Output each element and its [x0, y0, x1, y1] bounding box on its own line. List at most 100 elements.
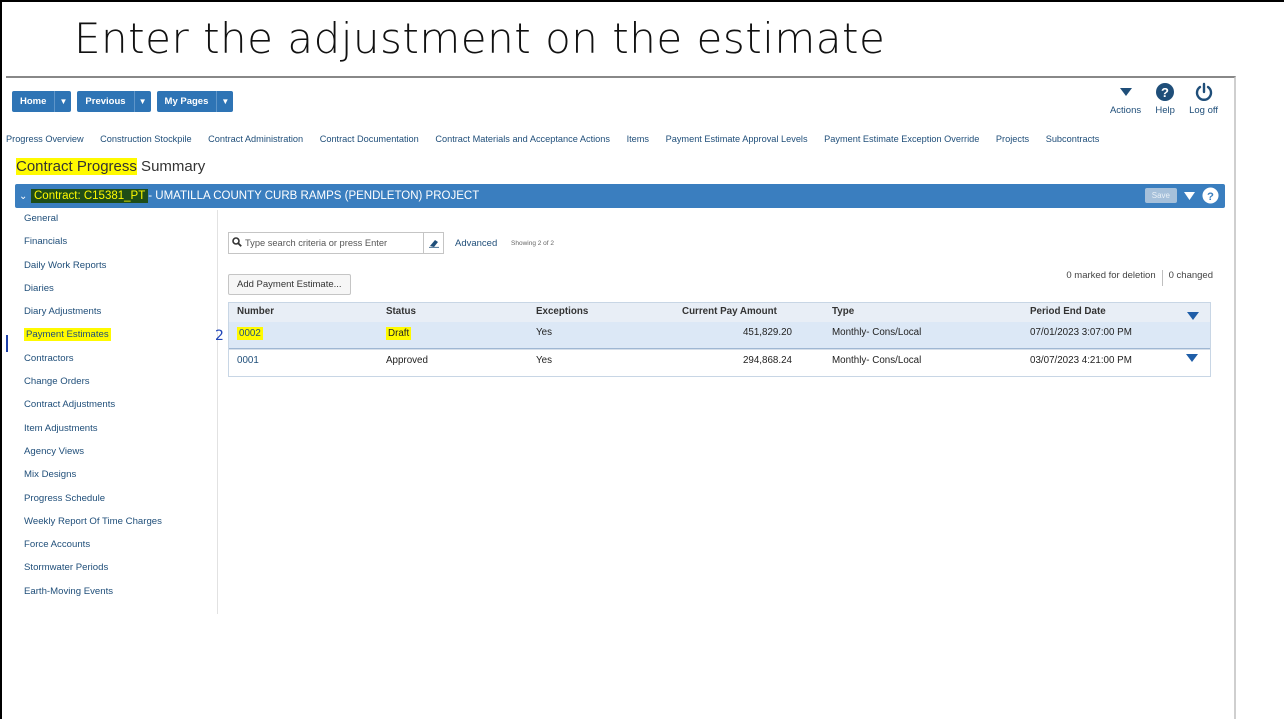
- estimate-number-link[interactable]: 0002: [237, 327, 263, 340]
- svg-text:?: ?: [1161, 85, 1169, 100]
- column-header[interactable]: Number: [237, 306, 274, 317]
- sidebar-item-contractors[interactable]: Contractors: [15, 350, 217, 373]
- page-title-rest: Summary: [136, 158, 206, 175]
- period-end-date: 07/01/2023 3:07:00 PM: [1030, 327, 1132, 338]
- sidebar-item-payment-estimates[interactable]: Payment Estimates: [15, 326, 217, 349]
- sidebar-item-contract-adjustments[interactable]: Contract Adjustments: [15, 396, 217, 419]
- pay-amount: 451,829.20: [742, 327, 792, 338]
- quick-links: Progress Overview Construction Stockpile…: [6, 134, 1234, 144]
- payment-estimates-table: Number Status Exceptions Current Pay Amo…: [215, 302, 1211, 377]
- page-title-highlight: Contract Progress: [16, 158, 137, 175]
- caret-down-icon: [1119, 81, 1133, 103]
- caret-down-icon[interactable]: [1183, 191, 1196, 201]
- eraser-icon[interactable]: [423, 233, 443, 253]
- slide-title: Enter the adjustment on the estimate: [74, 14, 886, 63]
- column-header[interactable]: Exceptions: [536, 306, 588, 317]
- my-pages-label: My Pages: [164, 96, 209, 107]
- annotation-mark: [6, 335, 8, 352]
- help-icon[interactable]: ?: [1202, 187, 1219, 204]
- home-label: Home: [20, 96, 47, 107]
- type-text: Monthly- Cons/Local: [832, 355, 922, 366]
- svg-text:?: ?: [1207, 191, 1214, 203]
- top-actions: Actions ? Help Log off: [1110, 81, 1218, 116]
- type-text: Monthly- Cons/Local: [832, 327, 922, 338]
- contract-name: - UMATILLA COUNTY CURB RAMPS (PENDLETON)…: [148, 190, 480, 202]
- table-row[interactable]: 2 0002 Draft Yes 451,829.20 Monthly- Con…: [215, 322, 1210, 349]
- row-menu-icon[interactable]: [1186, 354, 1198, 366]
- period-end-date: 03/07/2023 4:21:00 PM: [1030, 355, 1132, 366]
- column-header[interactable]: Current Pay Amount: [682, 306, 792, 317]
- marked-for-deletion: 0 marked for deletion: [1066, 270, 1156, 281]
- sidebar-item-mix-designs[interactable]: Mix Designs: [15, 466, 217, 489]
- chevron-down-icon[interactable]: ▼: [133, 91, 151, 112]
- logoff-button[interactable]: Log off: [1189, 81, 1218, 116]
- divider: [1161, 270, 1163, 286]
- contract-id: Contract: C15381_PT: [31, 189, 149, 203]
- link-progress-overview[interactable]: Progress Overview: [6, 134, 84, 144]
- search-icon: [229, 237, 245, 249]
- search-input[interactable]: Type search criteria or press Enter: [228, 232, 444, 254]
- contract-bar-actions: Save ?: [1144, 187, 1219, 204]
- link-contract-materials[interactable]: Contract Materials and Acceptance Action…: [435, 134, 610, 144]
- top-toolbar: Home ▼ Previous ▼ My Pages ▼ Actions ? H…: [6, 78, 1234, 128]
- link-projects[interactable]: Projects: [996, 134, 1029, 144]
- previous-label: Previous: [85, 96, 126, 107]
- sidebar-item-change-orders[interactable]: Change Orders: [15, 373, 217, 396]
- add-payment-estimate-button[interactable]: Add Payment Estimate...: [228, 274, 351, 295]
- link-payment-estimate-approval-levels[interactable]: Payment Estimate Approval Levels: [666, 134, 808, 144]
- link-payment-estimate-exception-override[interactable]: Payment Estimate Exception Override: [824, 134, 979, 144]
- pay-amount: 294,868.24: [742, 355, 792, 366]
- link-items[interactable]: Items: [627, 134, 649, 144]
- help-button[interactable]: ? Help: [1155, 81, 1175, 116]
- sidebar-item-earth-moving-events[interactable]: Earth-Moving Events: [15, 583, 217, 606]
- status-text: Draft: [386, 327, 412, 340]
- advanced-search-link[interactable]: Advanced: [455, 238, 497, 249]
- sidebar-item-diaries[interactable]: Diaries: [15, 280, 217, 303]
- column-menu-icon[interactable]: [1187, 308, 1199, 326]
- sidebar-item-force-accounts[interactable]: Force Accounts: [15, 536, 217, 559]
- logoff-label: Log off: [1189, 105, 1218, 116]
- changed-count: 0 changed: [1168, 270, 1213, 281]
- actions-label: Actions: [1109, 105, 1142, 116]
- link-subcontracts[interactable]: Subcontracts: [1046, 134, 1100, 144]
- link-construction-stockpile[interactable]: Construction Stockpile: [100, 134, 191, 144]
- sidebar-item-financials[interactable]: Financials: [15, 233, 217, 256]
- chevron-down-icon[interactable]: ▼: [216, 91, 233, 112]
- app-screenshot: Home ▼ Previous ▼ My Pages ▼ Actions ? H…: [6, 76, 1236, 719]
- column-header[interactable]: Type: [832, 306, 854, 317]
- table-row[interactable]: 0001 Approved Yes 294,868.24 Monthly- Co…: [229, 349, 1210, 376]
- sidebar: General Financials Daily Work Reports Di…: [15, 210, 218, 614]
- actions-button[interactable]: Actions: [1110, 81, 1141, 116]
- change-counts: 0 marked for deletion 0 changed: [1066, 270, 1213, 286]
- sidebar-item-progress-schedule[interactable]: Progress Schedule: [15, 490, 217, 513]
- exceptions-text: Yes: [536, 355, 552, 366]
- contract-header-bar[interactable]: ⌄ Contract: C15381_PT - UMATILLA COUNTY …: [15, 184, 1225, 208]
- column-header[interactable]: Status: [386, 306, 416, 317]
- page-title: Contract Progress Summary: [16, 158, 205, 175]
- sidebar-item-agency-views[interactable]: Agency Views: [15, 443, 217, 466]
- sidebar-item-daily-work-reports[interactable]: Daily Work Reports: [15, 257, 217, 280]
- estimate-number-link[interactable]: 0001: [237, 355, 259, 366]
- link-contract-administration[interactable]: Contract Administration: [208, 134, 303, 144]
- save-button[interactable]: Save: [1144, 188, 1177, 203]
- status-text: Approved: [386, 355, 428, 366]
- showing-count: Showing 2 of 2: [511, 240, 555, 247]
- link-contract-documentation[interactable]: Contract Documentation: [320, 134, 419, 144]
- help-label: Help: [1155, 105, 1175, 116]
- search-placeholder: Type search criteria or press Enter: [245, 238, 388, 248]
- my-pages-button[interactable]: My Pages ▼: [156, 91, 234, 112]
- previous-button[interactable]: Previous ▼: [77, 91, 151, 112]
- annotation-number: 2: [215, 328, 224, 344]
- chevron-down-icon[interactable]: ⌄: [19, 191, 31, 202]
- help-icon: ?: [1155, 81, 1175, 103]
- sidebar-item-diary-adjustments[interactable]: Diary Adjustments: [15, 303, 217, 326]
- sidebar-item-general[interactable]: General: [15, 210, 217, 233]
- column-header[interactable]: Period End Date: [1030, 306, 1106, 317]
- table-header: Number Status Exceptions Current Pay Amo…: [229, 303, 1210, 322]
- sidebar-item-weekly-report[interactable]: Weekly Report Of Time Charges: [15, 513, 217, 536]
- sidebar-item-stormwater-periods[interactable]: Stormwater Periods: [15, 559, 217, 582]
- chevron-down-icon[interactable]: ▼: [54, 91, 71, 112]
- home-button[interactable]: Home ▼: [12, 91, 72, 112]
- nav-buttons: Home ▼ Previous ▼ My Pages ▼: [12, 91, 234, 112]
- sidebar-item-item-adjustments[interactable]: Item Adjustments: [15, 420, 217, 443]
